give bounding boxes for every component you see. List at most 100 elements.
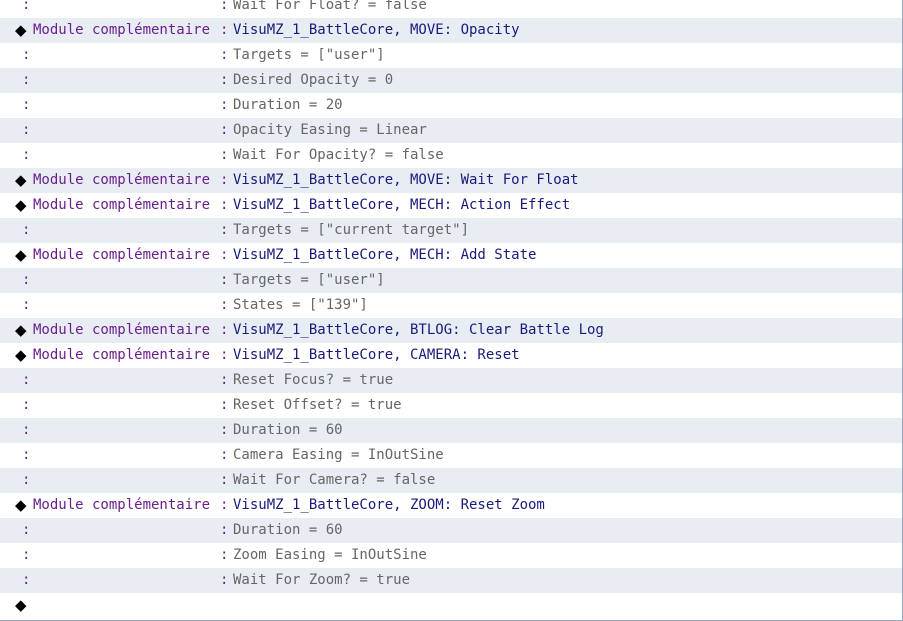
continuation-marker: : [22, 0, 31, 13]
command-text: VisuMZ_1_BattleCore, MOVE: Opacity [233, 22, 520, 38]
parameter-text: Targets = ["current target"] [233, 222, 470, 238]
column-separator: : [220, 322, 229, 338]
column-separator: : [220, 522, 229, 538]
column-separator: : [220, 422, 229, 438]
command-type-label: Module complémentaire [33, 322, 211, 338]
parameter-text: Reset Offset? = true [233, 397, 402, 413]
command-type-label: Module complémentaire [33, 347, 211, 363]
continuation-marker: : [22, 97, 31, 113]
parameter-row[interactable]: :: Wait For Zoom? = true [0, 568, 902, 593]
command-row[interactable]: ◆ Module complémentaire: VisuMZ_1_BattleCo… [0, 343, 902, 368]
parameter-text: Duration = 60 [233, 522, 343, 538]
event-command-list[interactable]: :: Wait For Float? = false ◆ Module complém… [0, 0, 903, 621]
column-separator: : [220, 272, 229, 288]
parameter-text: Desired Opacity = 0 [233, 72, 394, 88]
column-separator: : [220, 197, 229, 213]
command-row[interactable]: ◆ Module complémentaire: VisuMZ_1_BattleCo… [0, 168, 902, 193]
parameter-row[interactable]: :: Duration = 20 [0, 93, 902, 118]
continuation-marker: : [22, 547, 31, 563]
parameter-row[interactable]: :: Camera Easing = InOutSine [0, 443, 902, 468]
parameter-row[interactable]: :: Duration = 60 [0, 518, 902, 543]
parameter-row[interactable]: :: Reset Focus? = true [0, 368, 902, 393]
column-separator: : [220, 22, 229, 38]
command-text: VisuMZ_1_BattleCore, CAMERA: Reset [233, 347, 520, 363]
parameter-text: Zoom Easing = InOutSine [233, 547, 427, 563]
continuation-marker: : [22, 447, 31, 463]
continuation-marker: : [22, 222, 31, 238]
command-text: VisuMZ_1_BattleCore, MOVE: Wait For Floa… [233, 172, 579, 188]
continuation-marker: : [22, 72, 31, 88]
command-text: VisuMZ_1_BattleCore, BTLOG: Clear Battle… [233, 322, 604, 338]
parameter-row[interactable]: :: Wait For Opacity? = false [0, 143, 902, 168]
parameter-text: Duration = 60 [233, 422, 343, 438]
column-separator: : [220, 397, 229, 413]
command-type-label: Module complémentaire [33, 497, 211, 513]
command-marker-icon: ◆ [15, 346, 27, 364]
column-separator: : [220, 447, 229, 463]
empty-command-row[interactable]: ◆ [0, 593, 902, 618]
column-separator: : [220, 297, 229, 313]
continuation-marker: : [22, 472, 31, 488]
command-marker-icon: ◆ [15, 246, 27, 264]
column-separator: : [220, 572, 229, 588]
command-text: VisuMZ_1_BattleCore, MECH: Add State [233, 247, 537, 263]
command-type-label: Module complémentaire [33, 22, 211, 38]
parameter-row[interactable]: :: Wait For Camera? = false [0, 468, 902, 493]
column-separator: : [220, 172, 229, 188]
column-separator: : [220, 372, 229, 388]
continuation-marker: : [22, 572, 31, 588]
parameter-row[interactable]: :: Targets = ["current target"] [0, 218, 902, 243]
parameter-text: Camera Easing = InOutSine [233, 447, 444, 463]
command-marker-icon: ◆ [15, 196, 27, 214]
column-separator: : [220, 47, 229, 63]
parameter-text: States = ["139"] [233, 297, 368, 313]
continuation-marker: : [22, 372, 31, 388]
continuation-marker: : [22, 147, 31, 163]
parameter-text: Duration = 20 [233, 97, 343, 113]
continuation-marker: : [22, 522, 31, 538]
parameter-row[interactable]: :: Wait For Float? = false [0, 0, 902, 18]
parameter-row[interactable]: :: Opacity Easing = Linear [0, 118, 902, 143]
parameter-text: Wait For Camera? = false [233, 472, 436, 488]
parameter-row[interactable]: :: States = ["139"] [0, 293, 902, 318]
column-separator: : [220, 147, 229, 163]
command-type-label: Module complémentaire [33, 247, 211, 263]
command-marker-icon: ◆ [15, 321, 27, 339]
column-separator: : [220, 72, 229, 88]
command-row[interactable]: ◆ Module complémentaire: VisuMZ_1_BattleCo… [0, 18, 902, 43]
parameter-row[interactable]: :: Targets = ["user"] [0, 268, 902, 293]
column-separator: : [220, 0, 229, 13]
command-marker-icon: ◆ [15, 496, 27, 514]
command-text: VisuMZ_1_BattleCore, MECH: Action Effect [233, 197, 571, 213]
command-marker-icon: ◆ [15, 171, 27, 189]
parameter-row[interactable]: :: Duration = 60 [0, 418, 902, 443]
parameter-text: Reset Focus? = true [233, 372, 394, 388]
column-separator: : [220, 97, 229, 113]
column-separator: : [220, 547, 229, 563]
parameter-row[interactable]: :: Desired Opacity = 0 [0, 68, 902, 93]
parameter-text: Targets = ["user"] [233, 272, 385, 288]
parameter-text: Wait For Zoom? = true [233, 572, 411, 588]
command-marker-icon: ◆ [15, 21, 27, 39]
command-type-label: Module complémentaire [33, 172, 211, 188]
continuation-marker: : [22, 272, 31, 288]
column-separator: : [220, 497, 229, 513]
column-separator: : [220, 222, 229, 238]
continuation-marker: : [22, 47, 31, 63]
command-text: VisuMZ_1_BattleCore, ZOOM: Reset Zoom [233, 497, 545, 513]
command-row[interactable]: ◆ Module complémentaire: VisuMZ_1_BattleCo… [0, 493, 902, 518]
command-row[interactable]: ◆ Module complémentaire: VisuMZ_1_BattleCo… [0, 243, 902, 268]
parameter-text: Opacity Easing = Linear [233, 122, 427, 138]
command-marker-icon: ◆ [15, 596, 27, 614]
parameter-row[interactable]: :: Targets = ["user"] [0, 43, 902, 68]
parameter-row[interactable]: :: Reset Offset? = true [0, 393, 902, 418]
continuation-marker: : [22, 122, 31, 138]
continuation-marker: : [22, 397, 31, 413]
column-separator: : [220, 122, 229, 138]
parameter-text: Targets = ["user"] [233, 47, 385, 63]
parameter-row[interactable]: :: Zoom Easing = InOutSine [0, 543, 902, 568]
parameter-text: Wait For Opacity? = false [233, 147, 444, 163]
continuation-marker: : [22, 422, 31, 438]
command-row[interactable]: ◆ Module complémentaire: VisuMZ_1_BattleCo… [0, 193, 902, 218]
command-row[interactable]: ◆ Module complémentaire: VisuMZ_1_BattleCo… [0, 318, 902, 343]
